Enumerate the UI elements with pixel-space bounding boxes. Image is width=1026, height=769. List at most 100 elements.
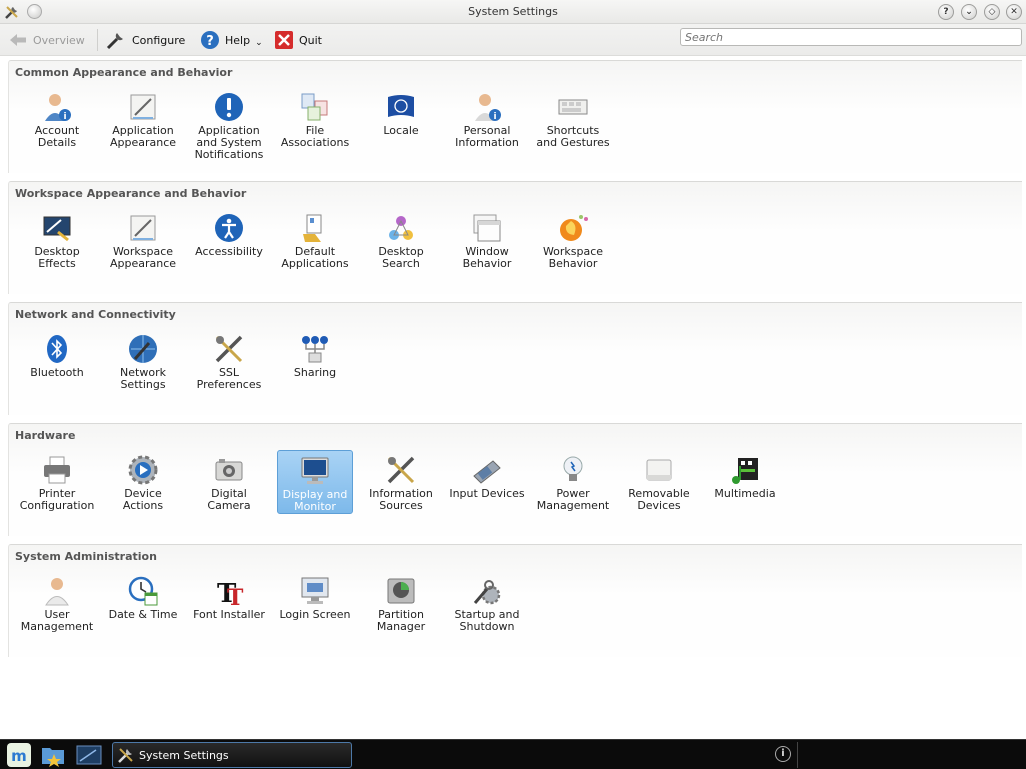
item-display-monitor[interactable]: Display and Monitor: [277, 450, 353, 514]
item-label: Account Details: [34, 124, 80, 149]
item-label: Login Screen: [279, 608, 351, 621]
configure-button[interactable]: Configure: [105, 28, 185, 52]
help-window-button[interactable]: ?: [938, 4, 954, 20]
item-information-sources[interactable]: Information Sources: [363, 450, 439, 514]
close-button[interactable]: ✕: [1006, 4, 1022, 20]
item-personal-information[interactable]: i Personal Information: [449, 87, 525, 151]
item-label: Workspace Behavior: [542, 245, 604, 270]
clock-icon: [128, 576, 158, 606]
maximize-button[interactable]: ◇: [984, 4, 1000, 20]
item-accessibility[interactable]: Accessibility: [191, 208, 267, 272]
item-shortcuts-gestures[interactable]: Shortcuts and Gestures: [535, 87, 611, 151]
item-user-management[interactable]: User Management: [19, 571, 95, 635]
taskbar: m System Settings i: [0, 739, 1026, 769]
item-label: Application and System Notifications: [194, 124, 264, 161]
section-hardware: Hardware Printer Configuration Device Ac…: [8, 423, 1022, 536]
item-power-management[interactable]: Power Management: [535, 450, 611, 514]
item-label: Digital Camera: [207, 487, 251, 512]
task-system-settings[interactable]: System Settings: [112, 742, 352, 768]
item-login-screen[interactable]: Login Screen: [277, 571, 353, 635]
item-application-appearance[interactable]: Application Appearance: [105, 87, 181, 151]
multimedia-icon: [732, 458, 758, 484]
item-label: Partition Manager: [376, 608, 426, 633]
item-startup-shutdown[interactable]: Startup and Shutdown: [449, 571, 525, 635]
item-label: Shortcuts and Gestures: [536, 124, 610, 149]
input-devices-icon: [473, 460, 501, 484]
appearance-icon: [130, 215, 156, 241]
section-title: System Administration: [15, 550, 157, 563]
item-sharing[interactable]: Sharing: [277, 329, 353, 393]
section-title: Workspace Appearance and Behavior: [15, 187, 247, 200]
start-menu-icon[interactable]: m: [6, 742, 32, 768]
item-file-associations[interactable]: File Associations: [277, 87, 353, 151]
device-actions-icon: [128, 455, 158, 485]
item-window-behavior[interactable]: Window Behavior: [449, 208, 525, 272]
camera-icon: [215, 459, 243, 481]
item-input-devices[interactable]: Input Devices: [449, 450, 525, 514]
svg-text:m: m: [11, 747, 27, 765]
item-label: Desktop Search: [378, 245, 424, 270]
item-printer-configuration[interactable]: Printer Configuration: [19, 450, 95, 514]
search-input[interactable]: [680, 28, 1022, 46]
desktop-icon[interactable]: [76, 742, 102, 768]
item-label: User Management: [20, 608, 94, 633]
item-date-time[interactable]: Date & Time: [105, 571, 181, 635]
login-icon: [301, 577, 329, 604]
title-bar: System Settings ? ⌄ ◇ ✕: [0, 0, 1026, 24]
item-partition-manager[interactable]: Partition Manager: [363, 571, 439, 635]
item-label: Power Management: [536, 487, 610, 512]
item-removable-devices[interactable]: Removable Devices: [621, 450, 697, 514]
item-label: Information Sources: [369, 487, 433, 512]
item-desktop-search[interactable]: Desktop Search: [363, 208, 439, 272]
item-locale[interactable]: Locale: [363, 87, 439, 151]
quit-label: Quit: [299, 33, 322, 47]
item-workspace-appearance[interactable]: Workspace Appearance: [105, 208, 181, 272]
item-network-settings[interactable]: Network Settings: [105, 329, 181, 393]
item-ssl-preferences[interactable]: SSL Preferences: [191, 329, 267, 393]
personal-icon: i: [475, 94, 501, 122]
overview-button[interactable]: Overview: [8, 28, 85, 52]
back-arrow-icon: [10, 34, 26, 46]
section-common-appearance: Common Appearance and Behavior i Account…: [8, 60, 1022, 173]
sharing-icon: [302, 336, 328, 363]
help-icon: ?: [201, 31, 219, 49]
minimize-button[interactable]: ⌄: [961, 4, 977, 20]
tray-separator: [797, 742, 798, 768]
item-font-installer[interactable]: TT Font Installer: [191, 571, 267, 635]
help-dropdown-arrow-icon[interactable]: ⌄: [255, 38, 263, 48]
item-account-details[interactable]: i Account Details: [19, 87, 95, 151]
file-assoc-icon: [301, 93, 328, 121]
window-title: System Settings: [468, 5, 558, 18]
bluetooth-icon: [47, 335, 67, 363]
section-system-administration: System Administration User Management Da…: [8, 544, 1022, 657]
partition-icon: [387, 578, 415, 604]
item-bluetooth[interactable]: Bluetooth: [19, 329, 95, 393]
folder-icon[interactable]: [40, 742, 66, 768]
item-digital-camera[interactable]: Digital Camera: [191, 450, 267, 514]
section-title: Network and Connectivity: [15, 308, 176, 321]
account-icon: i: [45, 94, 71, 122]
appearance-icon: [130, 94, 156, 120]
item-notifications[interactable]: Application and System Notifications: [191, 87, 267, 161]
item-label: Input Devices: [449, 487, 525, 500]
item-default-applications[interactable]: Default Applications: [277, 208, 353, 272]
item-label: Workspace Appearance: [109, 245, 177, 270]
overview-label: Overview: [33, 33, 85, 47]
item-multimedia[interactable]: Multimedia: [707, 450, 783, 514]
settings-content: Common Appearance and Behavior i Account…: [0, 57, 1026, 739]
help-button[interactable]: ? Help ⌄: [200, 28, 263, 52]
item-device-actions[interactable]: Device Actions: [105, 450, 181, 514]
item-label: Desktop Effects: [34, 245, 80, 270]
item-label: Bluetooth: [30, 366, 84, 379]
item-label: Personal Information: [455, 124, 519, 149]
item-label: Removable Devices: [628, 487, 690, 512]
info-icon[interactable]: i: [775, 746, 791, 762]
notification-icon: [215, 93, 243, 121]
item-desktop-effects[interactable]: Desktop Effects: [19, 208, 95, 272]
item-label: Font Installer: [193, 608, 265, 621]
section-title: Common Appearance and Behavior: [15, 66, 233, 79]
printer-icon: [44, 456, 70, 484]
quit-button[interactable]: Quit: [274, 28, 322, 52]
item-workspace-behavior[interactable]: Workspace Behavior: [535, 208, 611, 272]
task-label: System Settings: [139, 748, 229, 762]
